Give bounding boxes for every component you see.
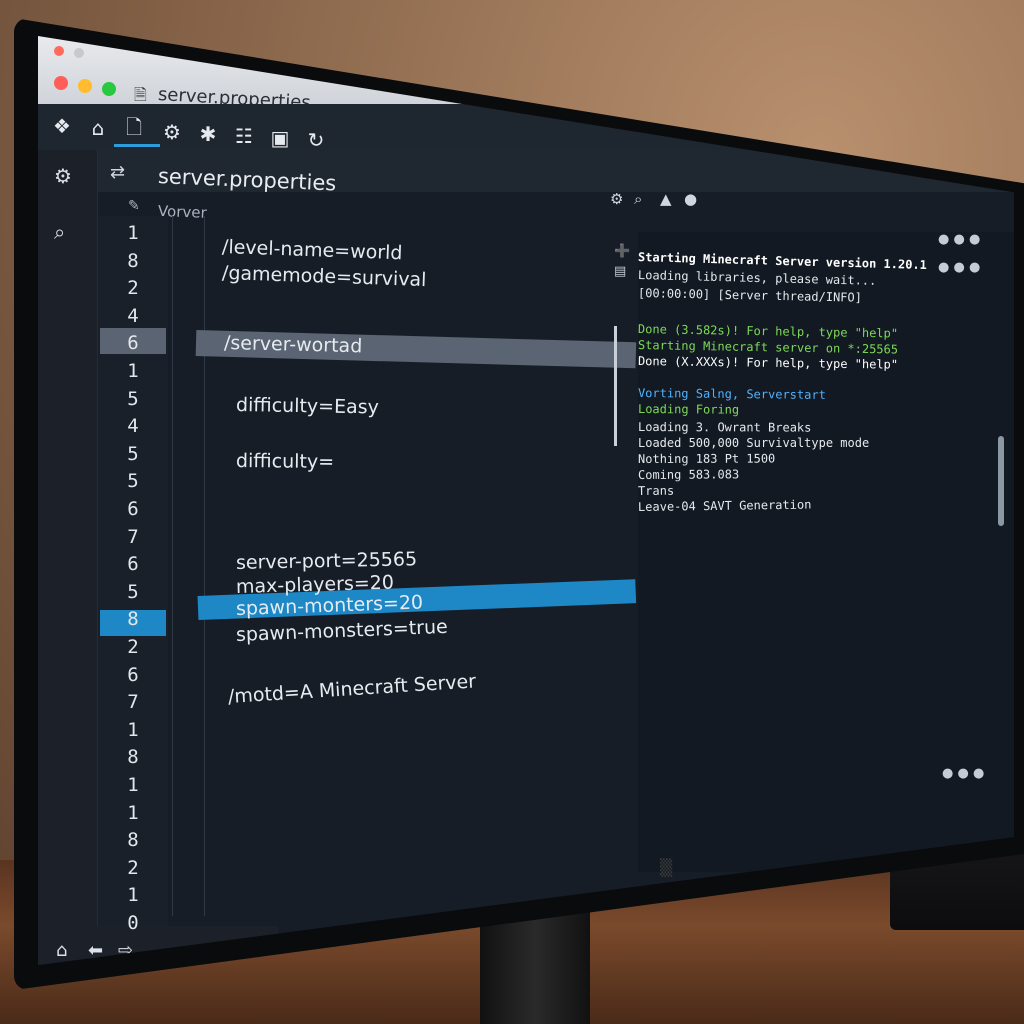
search-icon[interactable]: ⌕ [634,190,642,208]
line-number: 4 [127,304,139,327]
line-number: 7 [127,525,139,548]
add-icon[interactable]: ➕ [614,244,630,259]
code-line-server-wortad[interactable]: /server-wortad [224,332,363,357]
maximize-button[interactable] [102,82,116,96]
minimize-button[interactable] [78,79,92,93]
outer-close-dot[interactable] [54,46,64,56]
console-line: Vorting Salng, Serverstart [637,386,826,402]
console-line: Loaded 500,000 Survivaltype mode [638,436,870,450]
line-number: 7 [127,691,139,714]
line-number: 6 [127,663,139,686]
code-line-level-name[interactable]: /level-name=world [222,236,403,264]
line-number: 1 [127,222,139,244]
window-controls-icon[interactable]: ● ● ● [938,232,980,247]
line-number: 2 [127,636,139,658]
line-number: 2 [127,277,139,300]
line-number: 4 [127,415,139,438]
console-status-icons: ● ● ● [942,766,985,781]
settings-icon[interactable]: ⚙ [158,118,186,146]
sync-icon[interactable]: ⇄ [110,162,125,183]
code-line-server-port[interactable]: server-port=25565 [236,548,418,574]
line-number: 1 [127,360,139,382]
gear-icon[interactable]: ✱ [194,120,222,148]
activity-bar: ⚙ ⌕ [38,150,98,966]
line-number: 5 [127,580,139,603]
flame-icon[interactable]: ▲ [660,190,672,208]
outer-minimize-dot[interactable] [74,48,84,58]
line-number: 6 [127,498,139,520]
screen: 🗎 server.properties ❖ ⌂ 🗋 ⚙ ✱ ☷ ▣ ↻ ⚙ ⌕ … [38,36,1014,966]
line-number: 6 [127,553,139,576]
gutter-divider [172,216,173,916]
line-number: 5 [127,387,139,410]
console-scrollbar[interactable] [998,436,1004,526]
record-icon[interactable]: ● [684,190,697,208]
close-button[interactable] [54,76,68,90]
line-number: 0 [127,912,139,934]
line-number: 1 [127,884,139,907]
console-line: Leave-04 SAVT Generation [637,497,812,514]
line-number: 1 [127,774,139,796]
code-line-difficulty-easy[interactable]: difficulty=Easy [236,394,379,418]
code-line-spawn-monsters[interactable]: spawn-monsters=true [236,616,449,646]
line-number: 8 [127,249,139,272]
line-number: 2 [127,856,139,879]
line-number: 6 [127,332,139,355]
monitor-logo: ▒ [660,858,673,877]
line-number: 1 [127,801,139,824]
active-tool-indicator [114,144,160,147]
extensions-icon[interactable]: ❖ [48,112,76,140]
indent-guide [204,216,205,916]
panel-icon[interactable]: ▣ [266,124,294,152]
pen-icon: ✎ [128,198,140,214]
line-number: 5 [127,442,139,465]
gear-icon[interactable]: ⚙ [54,164,72,188]
console-line: Loading 3. Owrant Breaks [637,420,812,435]
console-line: Nothing 183 Pt 1500 [637,451,776,466]
file-icon[interactable]: 🗋 [120,115,148,144]
console-line: Trans [637,483,675,498]
line-number: 8 [127,608,139,631]
search-icon[interactable]: ⌕ [54,220,65,244]
home-icon[interactable]: ⌂ [56,940,67,961]
settings-icon[interactable]: ⚙ [610,190,623,208]
code-line-difficulty[interactable]: difficulty= [236,450,334,473]
line-number: 1 [127,718,139,741]
split-icon[interactable]: ☷ [230,122,258,150]
console-line: Loading Foring [637,402,740,417]
home-icon[interactable]: ⌂ [84,114,112,142]
line-number: 5 [127,470,139,493]
editor-scrollbar[interactable] [614,326,617,446]
code-line-gamemode[interactable]: /gamemode=survival [222,262,427,291]
console-line: Coming 583.083 [637,467,740,482]
clear-icon[interactable]: ▤ [614,264,626,279]
panel-controls-icon[interactable]: ● ● ● [938,260,980,275]
line-number: 8 [127,746,139,769]
code-line-motd[interactable]: /motd=A Minecraft Server [227,670,476,708]
line-number: 8 [127,829,139,852]
